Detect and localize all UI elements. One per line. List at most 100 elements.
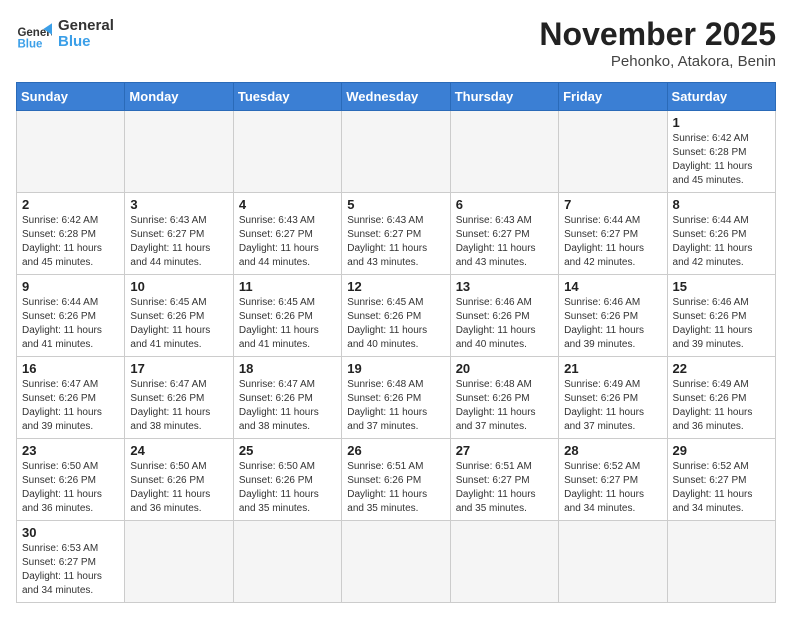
cell-daylight-info: Sunrise: 6:51 AMSunset: 6:26 PMDaylight:… bbox=[347, 460, 444, 516]
day-number: 3 bbox=[130, 197, 227, 212]
day-number: 30 bbox=[22, 525, 119, 540]
cell-daylight-info: Sunrise: 6:50 AMSunset: 6:26 PMDaylight:… bbox=[22, 460, 119, 516]
day-number: 13 bbox=[456, 279, 553, 294]
cell-daylight-info: Sunrise: 6:51 AMSunset: 6:27 PMDaylight:… bbox=[456, 460, 553, 516]
svg-text:Blue: Blue bbox=[17, 39, 43, 51]
cell-daylight-info: Sunrise: 6:52 AMSunset: 6:27 PMDaylight:… bbox=[564, 460, 661, 516]
day-number: 5 bbox=[347, 197, 444, 212]
day-number: 1 bbox=[673, 115, 770, 130]
cell-daylight-info: Sunrise: 6:47 AMSunset: 6:26 PMDaylight:… bbox=[22, 378, 119, 434]
weekday-header-thursday: Thursday bbox=[450, 83, 558, 111]
cell-daylight-info: Sunrise: 6:50 AMSunset: 6:26 PMDaylight:… bbox=[239, 460, 336, 516]
calendar-cell bbox=[125, 111, 233, 193]
logo: General Blue General Blue bbox=[16, 16, 114, 52]
logo-blue-text: Blue bbox=[58, 34, 114, 51]
calendar-cell bbox=[125, 521, 233, 603]
calendar-cell: 21 Sunrise: 6:49 AMSunset: 6:26 PMDayligh… bbox=[559, 357, 667, 439]
day-number: 4 bbox=[239, 197, 336, 212]
calendar-cell bbox=[450, 111, 558, 193]
calendar-cell: 10Sunrise: 6:45 AMSunset: 6:26 PMDayligh… bbox=[125, 275, 233, 357]
day-number: 18 bbox=[239, 361, 336, 376]
logo-icon: General Blue bbox=[16, 16, 52, 52]
calendar-cell: 27 Sunrise: 6:51 AMSunset: 6:27 PMDayligh… bbox=[450, 439, 558, 521]
calendar-week-6: 30 Sunrise: 6:53 AMSunset: 6:27 PMDayligh… bbox=[17, 521, 776, 603]
calendar-cell: 24 Sunrise: 6:50 AMSunset: 6:26 PMDayligh… bbox=[125, 439, 233, 521]
day-number: 19 bbox=[347, 361, 444, 376]
calendar-cell: 28 Sunrise: 6:52 AMSunset: 6:27 PMDayligh… bbox=[559, 439, 667, 521]
calendar-week-5: 23 Sunrise: 6:50 AMSunset: 6:26 PMDayligh… bbox=[17, 439, 776, 521]
cell-daylight-info: Sunrise: 6:52 AMSunset: 6:27 PMDaylight:… bbox=[673, 460, 770, 516]
cell-daylight-info: Sunrise: 6:50 AMSunset: 6:26 PMDaylight:… bbox=[130, 460, 227, 516]
day-number: 14 bbox=[564, 279, 661, 294]
logo-general-text: General bbox=[58, 18, 114, 35]
calendar-cell bbox=[667, 521, 775, 603]
weekday-header-tuesday: Tuesday bbox=[233, 83, 341, 111]
calendar-cell: 12Sunrise: 6:45 AMSunset: 6:26 PMDayligh… bbox=[342, 275, 450, 357]
calendar-table: SundayMondayTuesdayWednesdayThursdayFrid… bbox=[16, 82, 776, 603]
cell-daylight-info: Sunrise: 6:44 AMSunset: 6:26 PMDaylight:… bbox=[673, 214, 770, 270]
day-number: 24 bbox=[130, 443, 227, 458]
weekday-header-saturday: Saturday bbox=[667, 83, 775, 111]
day-number: 9 bbox=[22, 279, 119, 294]
calendar-cell bbox=[342, 521, 450, 603]
day-number: 17 bbox=[130, 361, 227, 376]
calendar-cell bbox=[450, 521, 558, 603]
cell-daylight-info: Sunrise: 6:44 AMSunset: 6:27 PMDaylight:… bbox=[564, 214, 661, 270]
day-number: 25 bbox=[239, 443, 336, 458]
calendar-cell: 16Sunrise: 6:47 AMSunset: 6:26 PMDayligh… bbox=[17, 357, 125, 439]
calendar-cell bbox=[342, 111, 450, 193]
calendar-cell: 20Sunrise: 6:48 AMSunset: 6:26 PMDayligh… bbox=[450, 357, 558, 439]
calendar-cell: 4Sunrise: 6:43 AMSunset: 6:27 PMDaylight… bbox=[233, 193, 341, 275]
calendar-cell: 7Sunrise: 6:44 AMSunset: 6:27 PMDaylight… bbox=[559, 193, 667, 275]
calendar-cell: 18 Sunrise: 6:47 AMSunset: 6:26 PMDayligh… bbox=[233, 357, 341, 439]
calendar-cell: 8Sunrise: 6:44 AMSunset: 6:26 PMDaylight… bbox=[667, 193, 775, 275]
day-number: 27 bbox=[456, 443, 553, 458]
day-number: 29 bbox=[673, 443, 770, 458]
day-number: 2 bbox=[22, 197, 119, 212]
calendar-cell: 9Sunrise: 6:44 AMSunset: 6:26 PMDaylight… bbox=[17, 275, 125, 357]
calendar-header-row: SundayMondayTuesdayWednesdayThursdayFrid… bbox=[17, 83, 776, 111]
calendar-cell: 22Sunrise: 6:49 AMSunset: 6:26 PMDayligh… bbox=[667, 357, 775, 439]
calendar-cell: 2Sunrise: 6:42 AMSunset: 6:28 PMDaylight… bbox=[17, 193, 125, 275]
day-number: 6 bbox=[456, 197, 553, 212]
calendar-cell: 1 Sunrise: 6:42 AMSunset: 6:28 PMDaylight… bbox=[667, 111, 775, 193]
day-number: 10 bbox=[130, 279, 227, 294]
calendar-cell bbox=[559, 111, 667, 193]
calendar-cell: 30 Sunrise: 6:53 AMSunset: 6:27 PMDayligh… bbox=[17, 521, 125, 603]
day-number: 21 bbox=[564, 361, 661, 376]
calendar-cell: 25 Sunrise: 6:50 AMSunset: 6:26 PMDayligh… bbox=[233, 439, 341, 521]
cell-daylight-info: Sunrise: 6:49 AMSunset: 6:26 PMDaylight:… bbox=[564, 378, 661, 434]
calendar-week-3: 9Sunrise: 6:44 AMSunset: 6:26 PMDaylight… bbox=[17, 275, 776, 357]
cell-daylight-info: Sunrise: 6:46 AMSunset: 6:26 PMDaylight:… bbox=[456, 296, 553, 352]
day-number: 26 bbox=[347, 443, 444, 458]
calendar-cell: 23 Sunrise: 6:50 AMSunset: 6:26 PMDayligh… bbox=[17, 439, 125, 521]
calendar-cell: 29 Sunrise: 6:52 AMSunset: 6:27 PMDayligh… bbox=[667, 439, 775, 521]
calendar-cell bbox=[233, 111, 341, 193]
weekday-header-monday: Monday bbox=[125, 83, 233, 111]
calendar-cell bbox=[17, 111, 125, 193]
weekday-header-wednesday: Wednesday bbox=[342, 83, 450, 111]
calendar-cell: 15 Sunrise: 6:46 AMSunset: 6:26 PMDayligh… bbox=[667, 275, 775, 357]
weekday-header-friday: Friday bbox=[559, 83, 667, 111]
cell-daylight-info: Sunrise: 6:53 AMSunset: 6:27 PMDaylight:… bbox=[22, 542, 119, 598]
cell-daylight-info: Sunrise: 6:43 AMSunset: 6:27 PMDaylight:… bbox=[347, 214, 444, 270]
day-number: 15 bbox=[673, 279, 770, 294]
title-block: November 2025 Pehonko, Atakora, Benin bbox=[539, 16, 776, 70]
day-number: 23 bbox=[22, 443, 119, 458]
calendar-week-2: 2Sunrise: 6:42 AMSunset: 6:28 PMDaylight… bbox=[17, 193, 776, 275]
cell-daylight-info: Sunrise: 6:46 AMSunset: 6:26 PMDaylight:… bbox=[673, 296, 770, 352]
day-number: 22 bbox=[673, 361, 770, 376]
calendar-cell: 14Sunrise: 6:46 AMSunset: 6:26 PMDayligh… bbox=[559, 275, 667, 357]
calendar-week-4: 16Sunrise: 6:47 AMSunset: 6:26 PMDayligh… bbox=[17, 357, 776, 439]
calendar-week-1: 1 Sunrise: 6:42 AMSunset: 6:28 PMDaylight… bbox=[17, 111, 776, 193]
day-number: 12 bbox=[347, 279, 444, 294]
calendar-cell bbox=[233, 521, 341, 603]
cell-daylight-info: Sunrise: 6:42 AMSunset: 6:28 PMDaylight:… bbox=[673, 132, 770, 188]
cell-daylight-info: Sunrise: 6:43 AMSunset: 6:27 PMDaylight:… bbox=[130, 214, 227, 270]
day-number: 28 bbox=[564, 443, 661, 458]
cell-daylight-info: Sunrise: 6:47 AMSunset: 6:26 PMDaylight:… bbox=[239, 378, 336, 434]
cell-daylight-info: Sunrise: 6:43 AMSunset: 6:27 PMDaylight:… bbox=[456, 214, 553, 270]
cell-daylight-info: Sunrise: 6:48 AMSunset: 6:26 PMDaylight:… bbox=[347, 378, 444, 434]
month-year-title: November 2025 bbox=[539, 16, 776, 53]
cell-daylight-info: Sunrise: 6:48 AMSunset: 6:26 PMDaylight:… bbox=[456, 378, 553, 434]
